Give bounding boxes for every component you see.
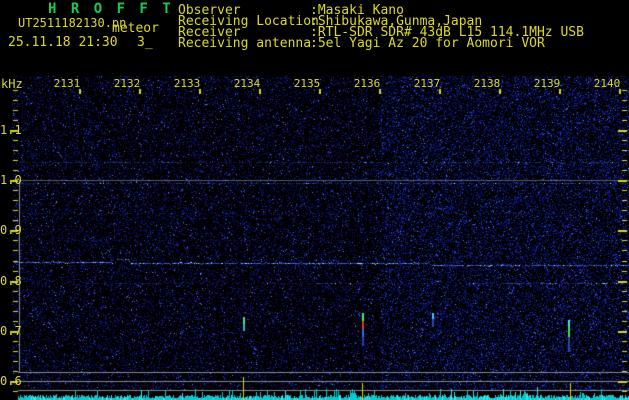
y-axis-label: 0.9 [0,223,22,237]
x-axis-label: 2134 [233,77,261,90]
x-axis-label: 2132 [113,77,141,90]
y-axis-label: 1.0 [0,173,22,187]
y-axis-label: 1.1 [0,123,22,137]
y-axis-label: 0.8 [0,274,22,288]
x-axis-label: 2138 [473,77,501,90]
info-value-antenna: :5el Yagi Az 20 for Aomori VOR [310,36,545,51]
y-axis-unit-label: kHz [1,77,23,91]
x-axis-label: 2137 [413,77,441,90]
x-axis-label: 2140 [593,77,621,90]
y-axis-label: 0.7 [0,324,22,338]
x-axis-label: 2133 [173,77,201,90]
info-label-antenna: Receiving antenna [178,36,312,51]
x-axis-label: 2131 [53,77,81,90]
y-axis-label: 0.6 [0,374,22,388]
x-axis-label: 2139 [533,77,561,90]
spectrogram-canvas [0,0,629,400]
info-row-antenna: Receiving antenna :5el Yagi Az 20 for Ao… [0,36,629,51]
hrofft-screen: H R O F F T UT2511182130.pn meteor 25.11… [0,0,629,400]
x-axis-label: 2135 [293,77,321,90]
x-axis-label: 2136 [353,77,381,90]
